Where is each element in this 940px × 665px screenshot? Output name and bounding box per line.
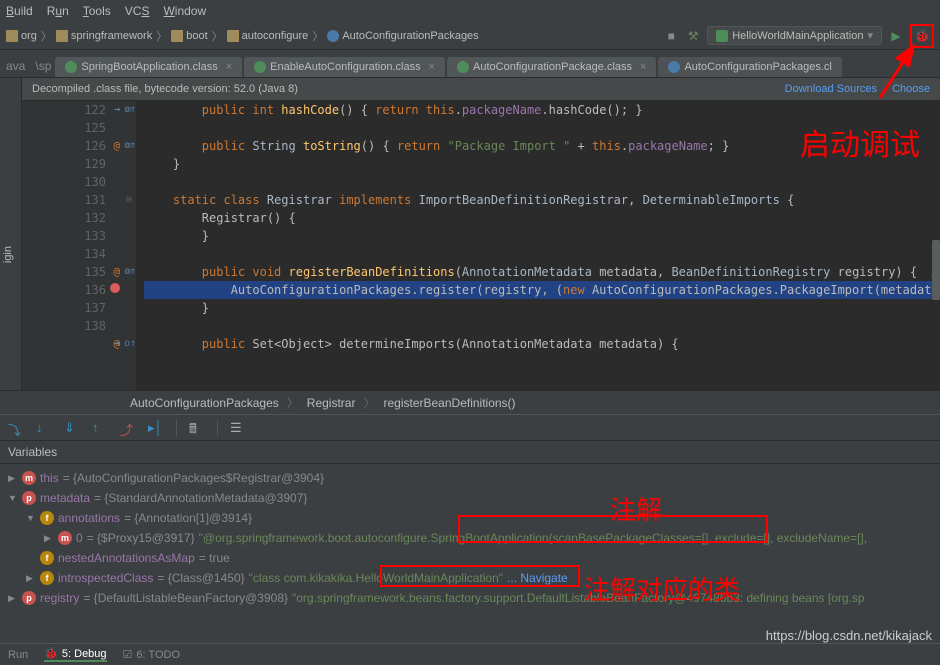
editor-tabs: ava \sp SpringBootApplication.class× Ena… <box>0 50 940 78</box>
run-icon[interactable]: ▶ <box>888 28 904 44</box>
variables-body[interactable]: ▶m this = {AutoConfigurationPackages$Reg… <box>0 464 940 612</box>
menu-bar: Build Run Tools VCS Window <box>0 0 940 22</box>
bottom-tab-todo[interactable]: ☑ 6: TODO <box>123 648 180 661</box>
variable-row[interactable]: ▶m this = {AutoConfigurationPackages$Reg… <box>8 468 932 488</box>
run-config-selector[interactable]: HelloWorldMainApplication ▾ <box>707 26 882 45</box>
class-icon <box>327 30 339 42</box>
tab-path: \sp <box>31 55 55 77</box>
annotation-anno: 注解 <box>610 490 662 527</box>
debug-button-highlight: 🐞 <box>910 24 934 48</box>
tool-window-bar-left[interactable] <box>0 78 22 390</box>
folder-icon <box>6 30 18 42</box>
toolbar-right: ■ ⚒ HelloWorldMainApplication ▾ ▶ 🐞 <box>663 24 934 48</box>
crumb-org[interactable]: org <box>6 30 37 42</box>
debug-panel: ⤵ ↓ ⇓ ↑ ⤴ ▸│ 🖩 ☰ Variables ▶m this = {Au… <box>0 414 940 612</box>
close-icon[interactable]: × <box>429 61 435 73</box>
editor-area: Decompiled .class file, bytecode version… <box>0 78 940 390</box>
menu-vcs[interactable]: VCS <box>125 4 150 18</box>
crumb-method[interactable]: registerBeanDefinitions() <box>383 396 515 410</box>
annotation-class: 注解对应的类 <box>584 570 740 607</box>
separator <box>217 420 218 436</box>
debug-icon[interactable]: 🐞 <box>914 28 930 44</box>
bottom-tab-debug[interactable]: 🐞 5: Debug <box>44 647 106 662</box>
menu-build[interactable]: Build <box>6 4 33 18</box>
annotation-debug: 启动调试 <box>800 120 920 164</box>
interface-icon <box>457 61 469 73</box>
step-over-icon[interactable]: ⤵ <box>8 420 24 436</box>
separator <box>176 420 177 436</box>
side-label: igin <box>0 240 16 269</box>
evaluate-icon[interactable]: 🖩 <box>189 420 205 436</box>
gutter[interactable]: 122o↑→125126@o↑129130131132133134135@o↑1… <box>22 101 122 390</box>
stop-icon[interactable]: ■ <box>663 28 679 44</box>
tab-autoconfigurationpackage[interactable]: AutoConfigurationPackage.class× <box>447 57 656 77</box>
close-icon[interactable]: × <box>226 61 232 73</box>
crumb-class[interactable]: AutoConfigurationPackages <box>327 30 478 42</box>
class-icon <box>668 61 680 73</box>
settings-icon[interactable]: ☰ <box>230 420 246 436</box>
close-icon[interactable]: × <box>640 61 646 73</box>
folder-icon <box>227 30 239 42</box>
download-sources-link[interactable]: Download Sources <box>785 83 877 95</box>
variable-row[interactable]: ▼f annotations = {Annotation[1]@3914} <box>8 508 932 528</box>
menu-run[interactable]: Run <box>47 4 69 18</box>
structure-crumb-bar: AutoConfigurationPackages〉 Registrar〉 re… <box>0 390 940 414</box>
crumb-outer[interactable]: AutoConfigurationPackages <box>130 396 279 410</box>
tab-prefix: ava <box>0 55 31 77</box>
menu-tools[interactable]: Tools <box>83 4 111 18</box>
editor-scrollbar[interactable] <box>932 240 940 300</box>
crumb-autoconfigure[interactable]: autoconfigure <box>227 30 309 42</box>
variable-row[interactable]: ▼p metadata = {StandardAnnotationMetadat… <box>8 488 932 508</box>
decompiled-banner: Decompiled .class file, bytecode version… <box>22 78 940 101</box>
menu-window[interactable]: Window <box>163 4 206 18</box>
breadcrumb: org〉 springframework〉 boot〉 autoconfigur… <box>6 28 663 44</box>
app-icon <box>716 30 728 42</box>
tab-enableautoconfiguration[interactable]: EnableAutoConfiguration.class× <box>244 57 445 77</box>
debug-toolbar: ⤵ ↓ ⇓ ↑ ⤴ ▸│ 🖩 ☰ <box>0 415 940 441</box>
run-config-label: HelloWorldMainApplication <box>732 30 863 42</box>
watermark: https://blog.csdn.net/kikajack <box>766 628 932 643</box>
variable-row[interactable]: ▶p registry = {DefaultListableBeanFactor… <box>8 588 932 608</box>
decompiled-msg: Decompiled .class file, bytecode version… <box>32 83 298 95</box>
crumb-boot[interactable]: boot <box>171 30 207 42</box>
crumb-springframework[interactable]: springframework <box>56 30 152 42</box>
interface-icon <box>254 61 266 73</box>
variable-row[interactable]: f nestedAnnotationsAsMap = true <box>8 548 932 568</box>
bottom-tab-run[interactable]: Run <box>8 649 28 661</box>
bottom-tool-tabs: Run 🐞 5: Debug ☑ 6: TODO <box>0 643 940 665</box>
tab-springbootapplication[interactable]: SpringBootApplication.class× <box>55 57 242 77</box>
step-into-icon[interactable]: ↓ <box>36 420 52 436</box>
variables-header: Variables <box>0 441 940 464</box>
toolbar: org〉 springframework〉 boot〉 autoconfigur… <box>0 22 940 50</box>
tab-autoconfigurationpackages[interactable]: AutoConfigurationPackages.cl <box>658 57 841 77</box>
build-icon[interactable]: ⚒ <box>685 28 701 44</box>
folder-icon <box>56 30 68 42</box>
interface-icon <box>65 61 77 73</box>
crumb-inner[interactable]: Registrar <box>307 396 356 410</box>
run-to-cursor-icon[interactable]: ▸│ <box>148 420 164 436</box>
drop-frame-icon[interactable]: ⤴ <box>120 420 136 436</box>
variable-row[interactable]: ▶f introspectedClass = {Class@1450} "cla… <box>8 568 932 588</box>
folder-icon <box>171 30 183 42</box>
force-step-icon[interactable]: ⇓ <box>64 420 80 436</box>
step-out-icon[interactable]: ↑ <box>92 420 108 436</box>
choose-sources-link[interactable]: Choose <box>892 83 930 95</box>
variable-row[interactable]: ▶m 0 = {$Proxy15@3917} "@org.springframe… <box>8 528 932 548</box>
